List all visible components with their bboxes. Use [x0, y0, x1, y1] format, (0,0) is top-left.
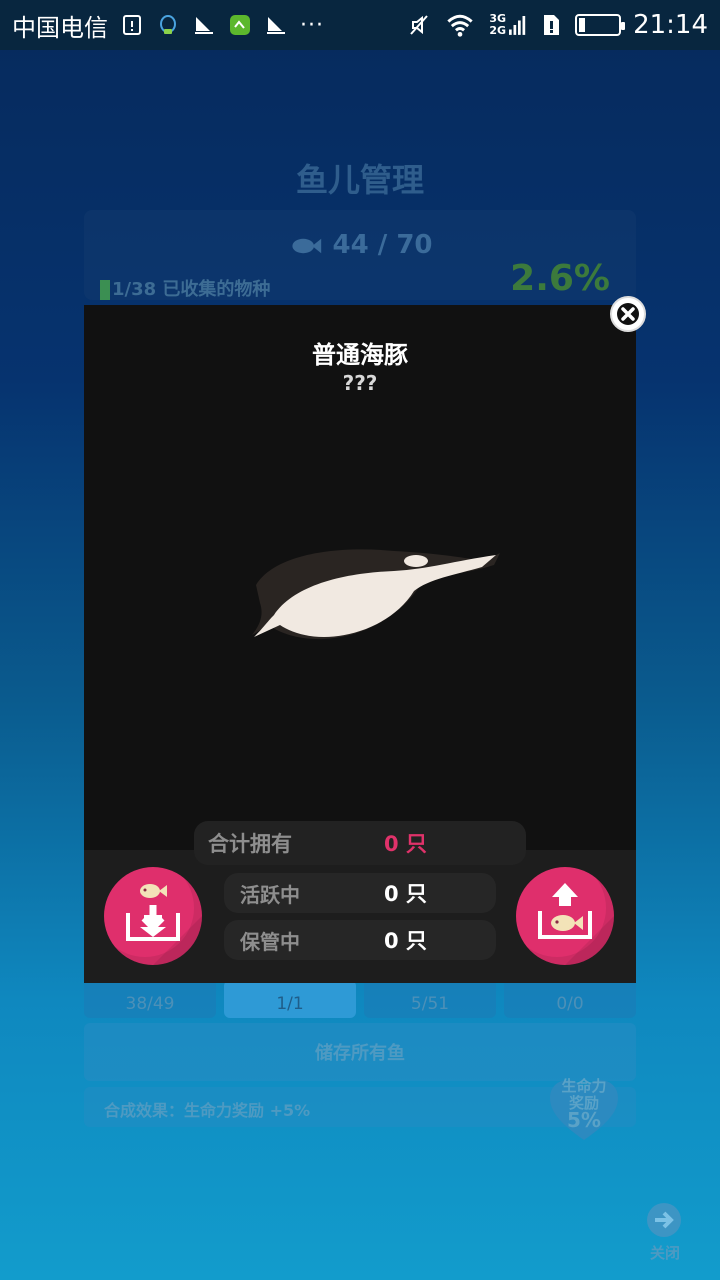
category-tabs: 38/49 1/1 5/51 0/0 [84, 980, 636, 1018]
carrier-name: 中国电信 [12, 13, 108, 42]
close-modal-button[interactable] [610, 296, 646, 332]
mute-icon [410, 15, 429, 35]
stat-active: 活跃中 0 只 [224, 873, 496, 913]
fish-count-value: 44 / 70 [332, 230, 433, 260]
active-label: 活跃中 [240, 882, 300, 907]
stat-total-owned: 合计拥有 0 只 [194, 821, 526, 865]
more-notifications: ··· [300, 12, 324, 38]
close-icon [617, 303, 639, 325]
status-clock: 21:14 [633, 10, 708, 40]
vitality-bonus: 生命力 奖励 5% [548, 1077, 620, 1132]
page-title: 鱼儿管理 [295, 161, 424, 199]
vitality-percent: 5% [567, 1108, 601, 1132]
vitality-label-1: 生命力 [561, 1077, 607, 1095]
battery-alert-icon [123, 15, 141, 35]
fish-description: ??? [342, 371, 378, 395]
fish-name: 普通海豚 [312, 341, 408, 369]
close-label[interactable]: 关闭 [640, 1242, 690, 1263]
stored-value: 0 只 [384, 929, 427, 953]
wifi-icon [447, 14, 474, 37]
store-all-fish-button[interactable]: 储存所有鱼 [84, 1023, 636, 1081]
category-tab-3[interactable]: 5/51 [364, 980, 496, 1018]
sailboat-icon-2 [267, 17, 285, 34]
stat-stored: 保管中 0 只 [224, 920, 496, 960]
status-right: 3G 2G 21:14 [407, 10, 708, 40]
qq-icon [160, 15, 176, 34]
collection-percent: 2.6% [510, 258, 610, 299]
store-fish-button[interactable] [104, 867, 202, 965]
store-fish-icon [126, 884, 202, 965]
status-left: 中国电信 ··· [12, 8, 324, 43]
fish-count: 44 / 70 [84, 230, 636, 260]
dolphin-image [252, 549, 500, 640]
fish-detail-modal: 普通海豚 ??? 合计拥有 0 只 活跃中 0 只 保管中 0 只 [84, 305, 636, 983]
collected-species: 1/38 已收集的物种 [100, 275, 270, 301]
category-tab-2[interactable]: 1/1 [224, 980, 356, 1018]
stored-label: 保管中 [240, 929, 300, 954]
release-fish-icon [538, 883, 614, 965]
arrow-right-icon[interactable] [646, 1202, 682, 1238]
status-bar: 中国电信 ··· 3G 2G 21:14 [0, 0, 720, 50]
sim-alert-icon [544, 15, 560, 35]
fish-icon [292, 238, 322, 253]
release-fish-button[interactable] [516, 867, 614, 965]
total-owned-value: 0 只 [384, 832, 427, 856]
summary-card: 44 / 70 1/38 已收集的物种 2.6% [84, 210, 636, 300]
battery-icon [575, 14, 626, 36]
collected-species-label: 1/38 已收集的物种 [112, 279, 271, 300]
category-tab-1[interactable]: 38/49 [84, 980, 216, 1018]
category-tab-4[interactable]: 0/0 [504, 980, 636, 1018]
app-green-icon [230, 15, 250, 35]
sailboat-icon [195, 17, 213, 34]
network-2g-label: 2G [489, 24, 507, 37]
total-owned-label: 合计拥有 [208, 832, 292, 856]
network-type: 3G 2G [489, 13, 527, 37]
signal-icon [509, 16, 526, 35]
active-value: 0 只 [384, 882, 427, 906]
